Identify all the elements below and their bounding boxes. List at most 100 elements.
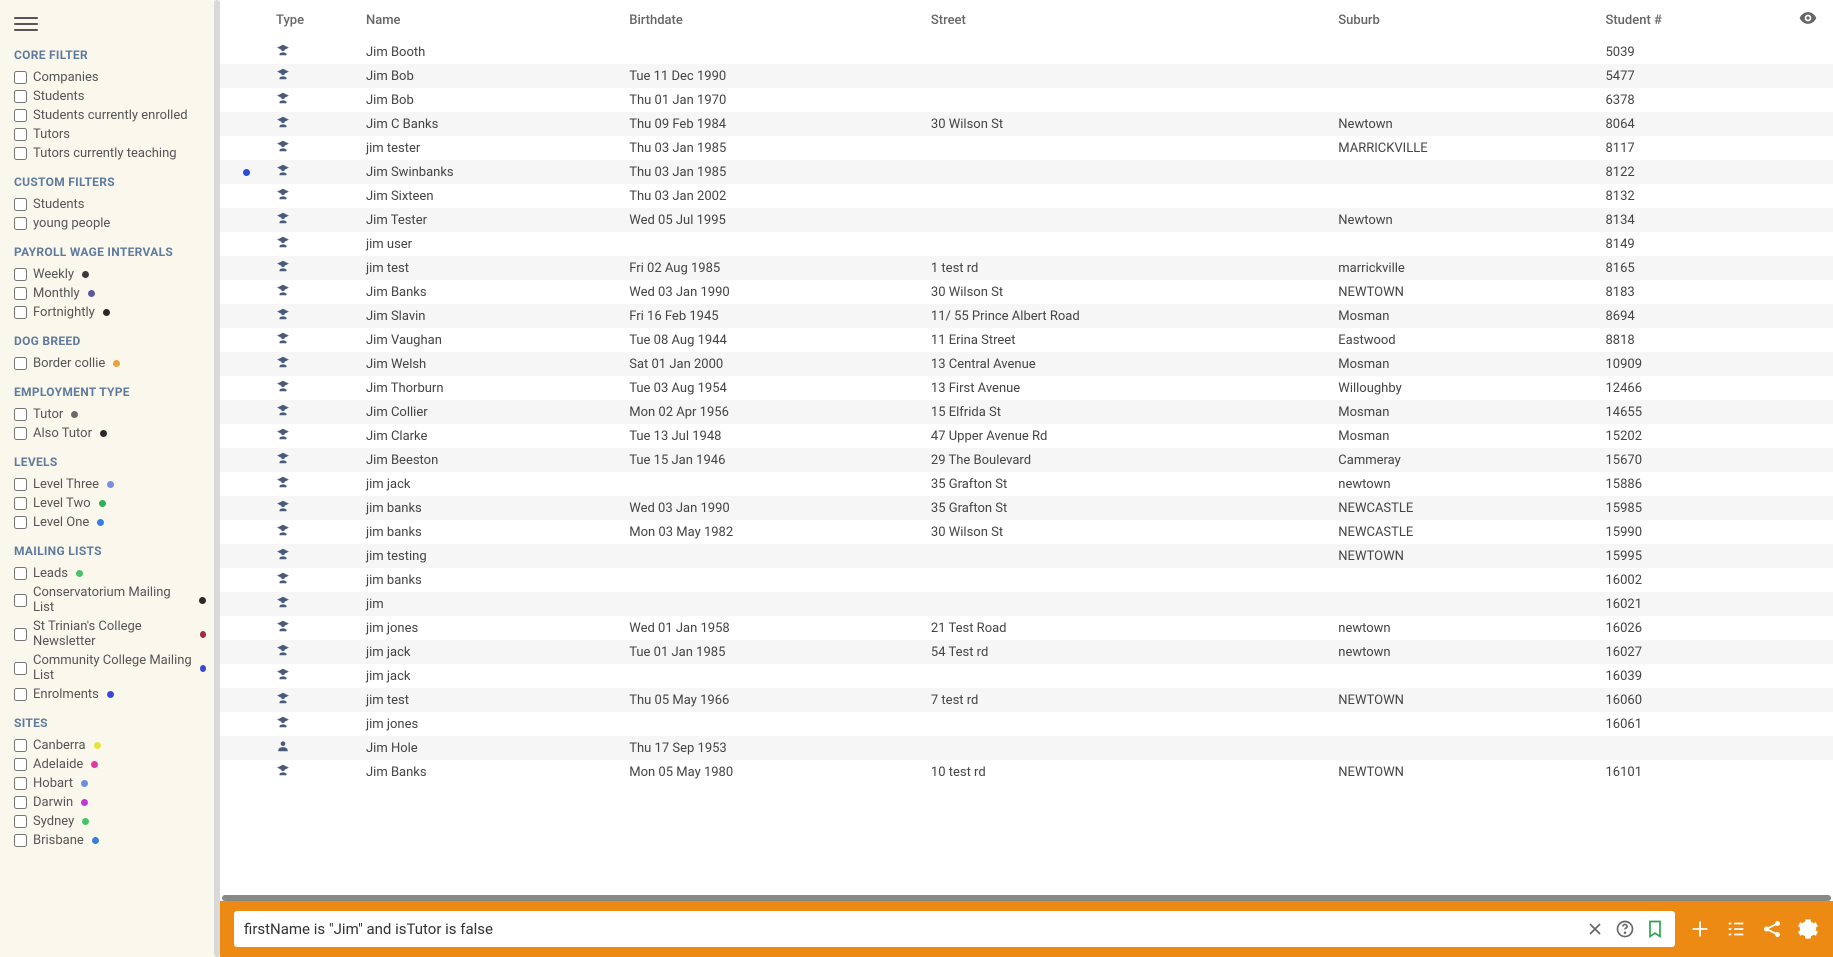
filter-checkbox[interactable]: [14, 217, 27, 230]
filter-checkbox[interactable]: [14, 758, 27, 771]
table-row[interactable]: Jim VaughanTue 08 Aug 194411 Erina Stree…: [220, 328, 1833, 352]
filter-checkbox[interactable]: [14, 128, 27, 141]
filter-checkbox[interactable]: [14, 796, 27, 809]
filter-item[interactable]: Adelaide: [14, 755, 206, 774]
column-visibility-button[interactable]: [1783, 0, 1833, 40]
filter-checkbox[interactable]: [14, 268, 27, 281]
filter-checkbox[interactable]: [14, 427, 27, 440]
table-row[interactable]: Jim C BanksThu 09 Feb 198430 Wilson StNe…: [220, 112, 1833, 136]
table-row[interactable]: Jim BanksWed 03 Jan 199030 Wilson StNEWT…: [220, 280, 1833, 304]
filter-checkbox[interactable]: [14, 567, 27, 580]
table-row[interactable]: Jim WelshSat 01 Jan 200013 Central Avenu…: [220, 352, 1833, 376]
table-row[interactable]: jim jackTue 01 Jan 198554 Test rdnewtown…: [220, 640, 1833, 664]
table-row[interactable]: Jim Booth5039: [220, 40, 1833, 64]
filter-item[interactable]: Weekly: [14, 265, 206, 284]
table-row[interactable]: jim jones16061: [220, 712, 1833, 736]
col-suburb[interactable]: Suburb: [1326, 0, 1593, 40]
table-row[interactable]: Jim SlavinFri 16 Feb 194511/ 55 Prince A…: [220, 304, 1833, 328]
table-row[interactable]: jim16021: [220, 592, 1833, 616]
filter-item[interactable]: Sydney: [14, 812, 206, 831]
filter-item[interactable]: Darwin: [14, 793, 206, 812]
filter-checkbox[interactable]: [14, 287, 27, 300]
table-row[interactable]: jim jonesWed 01 Jan 195821 Test Roadnewt…: [220, 616, 1833, 640]
table-row[interactable]: jim banksWed 03 Jan 199035 Grafton StNEW…: [220, 496, 1833, 520]
table-row[interactable]: jim jack35 Grafton Stnewtown15886: [220, 472, 1833, 496]
filter-item[interactable]: Leads: [14, 564, 206, 583]
results-table-scroll[interactable]: Type Name Birthdate Street Suburb Studen…: [220, 0, 1833, 895]
table-row[interactable]: Jim SwinbanksThu 03 Jan 19858122: [220, 160, 1833, 184]
filter-checkbox[interactable]: [14, 90, 27, 103]
share-button[interactable]: [1761, 918, 1783, 940]
filter-checkbox[interactable]: [14, 628, 27, 641]
filter-item[interactable]: Students currently enrolled: [14, 106, 206, 125]
table-row[interactable]: Jim ClarkeTue 13 Jul 194847 Upper Avenue…: [220, 424, 1833, 448]
table-row[interactable]: jim banksMon 03 May 198230 Wilson StNEWC…: [220, 520, 1833, 544]
help-button[interactable]: [1615, 919, 1635, 939]
filter-checkbox[interactable]: [14, 777, 27, 790]
table-row[interactable]: jim testingNEWTOWN15995: [220, 544, 1833, 568]
table-row[interactable]: Jim BanksMon 05 May 198010 test rdNEWTOW…: [220, 760, 1833, 784]
filter-item[interactable]: Also Tutor: [14, 424, 206, 443]
filter-item[interactable]: Students: [14, 87, 206, 106]
table-row[interactable]: jim testThu 05 May 19667 test rdNEWTOWN1…: [220, 688, 1833, 712]
filter-item[interactable]: Tutors: [14, 125, 206, 144]
clear-search-button[interactable]: [1585, 919, 1605, 939]
list-view-button[interactable]: [1725, 918, 1747, 940]
bookmark-button[interactable]: [1645, 919, 1665, 939]
table-row[interactable]: jim user8149: [220, 232, 1833, 256]
filter-checkbox[interactable]: [14, 516, 27, 529]
settings-button[interactable]: [1797, 918, 1819, 940]
filter-item[interactable]: young people: [14, 214, 206, 233]
filter-item[interactable]: Enrolments: [14, 685, 206, 704]
filter-item[interactable]: Tutor: [14, 405, 206, 424]
table-row[interactable]: Jim SixteenThu 03 Jan 20028132: [220, 184, 1833, 208]
filter-item[interactable]: Students: [14, 195, 206, 214]
filter-item[interactable]: Monthly: [14, 284, 206, 303]
filter-item[interactable]: Level One: [14, 513, 206, 532]
filter-checkbox[interactable]: [14, 497, 27, 510]
col-street[interactable]: Street: [919, 0, 1326, 40]
filter-checkbox[interactable]: [14, 478, 27, 491]
filter-item[interactable]: Brisbane: [14, 831, 206, 850]
col-birthdate[interactable]: Birthdate: [617, 0, 919, 40]
table-row[interactable]: jim banks16002: [220, 568, 1833, 592]
search-input[interactable]: [244, 920, 1585, 938]
filter-item[interactable]: Level Three: [14, 475, 206, 494]
filter-checkbox[interactable]: [14, 198, 27, 211]
filter-checkbox[interactable]: [14, 834, 27, 847]
hamburger-menu-button[interactable]: [14, 12, 38, 36]
col-type[interactable]: Type: [264, 0, 354, 40]
table-row[interactable]: Jim ThorburnTue 03 Aug 195413 First Aven…: [220, 376, 1833, 400]
table-row[interactable]: jim testFri 02 Aug 19851 test rdmarrickv…: [220, 256, 1833, 280]
filter-checkbox[interactable]: [14, 357, 27, 370]
filter-checkbox[interactable]: [14, 662, 27, 675]
filter-item[interactable]: Companies: [14, 68, 206, 87]
table-row[interactable]: Jim BobTue 11 Dec 19905477: [220, 64, 1833, 88]
filter-checkbox[interactable]: [14, 739, 27, 752]
add-button[interactable]: [1689, 918, 1711, 940]
filter-item[interactable]: Community College Mailing List: [14, 651, 206, 685]
filter-item[interactable]: Hobart: [14, 774, 206, 793]
filter-checkbox[interactable]: [14, 147, 27, 160]
filter-checkbox[interactable]: [14, 306, 27, 319]
filter-checkbox[interactable]: [14, 688, 27, 701]
filter-item[interactable]: Canberra: [14, 736, 206, 755]
table-row[interactable]: Jim TesterWed 05 Jul 1995Newtown8134: [220, 208, 1833, 232]
col-name[interactable]: Name: [354, 0, 617, 40]
col-student-number[interactable]: Student #: [1593, 0, 1783, 40]
table-row[interactable]: jim testerThu 03 Jan 1985MARRICKVILLE811…: [220, 136, 1833, 160]
filter-item[interactable]: Level Two: [14, 494, 206, 513]
table-row[interactable]: jim jack16039: [220, 664, 1833, 688]
filter-item[interactable]: Tutors currently teaching: [14, 144, 206, 163]
filter-checkbox[interactable]: [14, 594, 27, 607]
table-row[interactable]: Jim BobThu 01 Jan 19706378: [220, 88, 1833, 112]
sidebar-resize-handle[interactable]: [214, 0, 220, 957]
filter-item[interactable]: Fortnightly: [14, 303, 206, 322]
filter-checkbox[interactable]: [14, 815, 27, 828]
table-row[interactable]: Jim CollierMon 02 Apr 195615 Elfrida StM…: [220, 400, 1833, 424]
filter-checkbox[interactable]: [14, 109, 27, 122]
filter-item[interactable]: Border collie: [14, 354, 206, 373]
table-row[interactable]: Jim HoleThu 17 Sep 1953: [220, 736, 1833, 760]
filter-checkbox[interactable]: [14, 408, 27, 421]
table-row[interactable]: Jim BeestonTue 15 Jan 194629 The Bouleva…: [220, 448, 1833, 472]
